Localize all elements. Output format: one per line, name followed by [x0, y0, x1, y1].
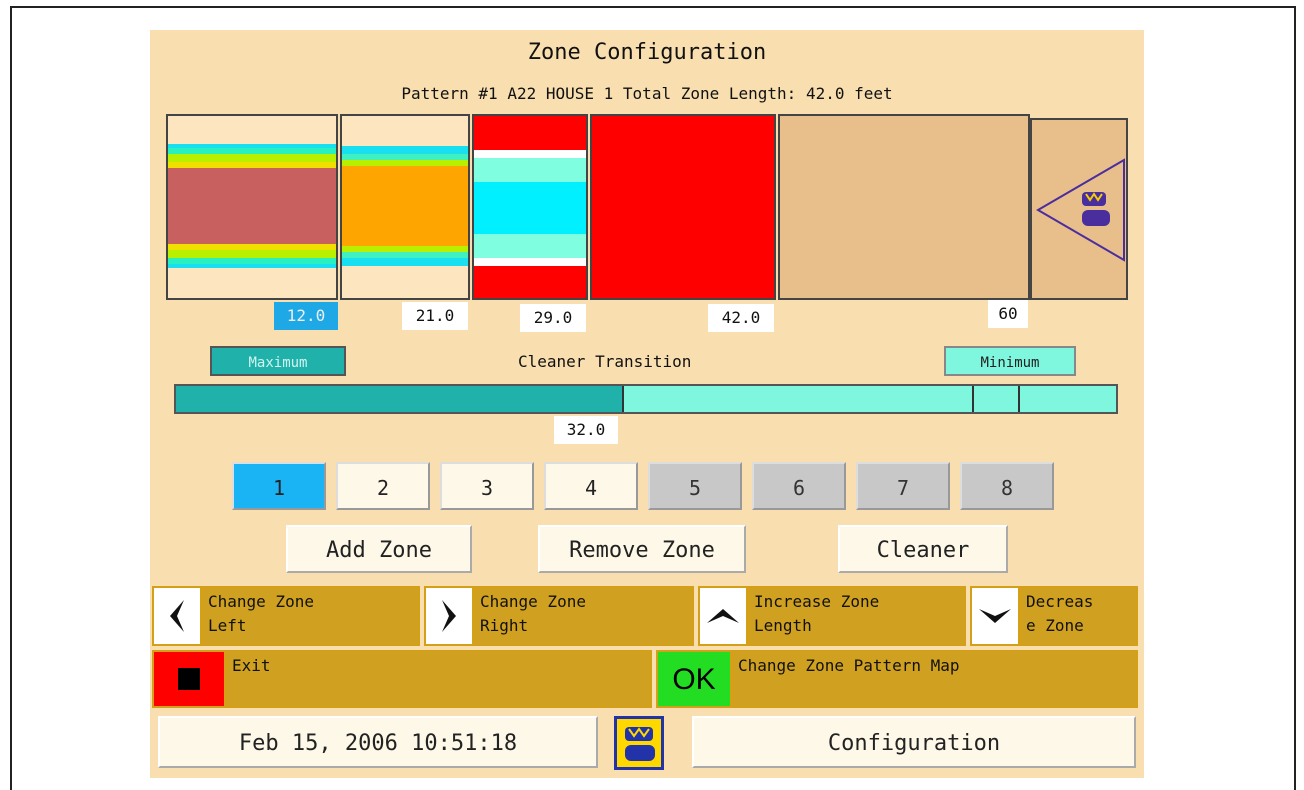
change-zone-left-key[interactable] [152, 586, 202, 646]
pattern-subtitle: Pattern #1 A22 HOUSE 1 Total Zone Length… [401, 84, 893, 103]
stop-icon [178, 668, 200, 690]
zone-3-block[interactable] [472, 114, 588, 300]
page-title: Zone Configuration [527, 40, 767, 65]
zone-configuration-screen: Zone Configuration Pattern #1 A22 HOUSE … [150, 30, 1144, 778]
zone-end-block [1030, 118, 1128, 300]
zone-button-3[interactable]: 3 [440, 462, 534, 510]
zone-button-5[interactable]: 5 [648, 462, 742, 510]
change-zone-right-label: Change Zone Right [474, 586, 694, 646]
zone-2-block[interactable] [340, 114, 470, 300]
zone-button-4[interactable]: 4 [544, 462, 638, 510]
zone-5-block[interactable] [778, 114, 1030, 300]
zone-mark-1[interactable]: 12.0 [274, 302, 338, 330]
zone-button-8[interactable]: 8 [960, 462, 1054, 510]
change-zone-pattern-map-label: Change Zone Pattern Map [732, 650, 1138, 708]
minimum-button[interactable]: Minimum [944, 346, 1076, 376]
zone-button-1[interactable]: 1 [232, 462, 326, 510]
transition-slider-fill [176, 386, 624, 412]
zone-mark-5[interactable]: 60 [988, 300, 1028, 328]
brand-logo-icon[interactable] [614, 716, 664, 770]
slider-tick [1018, 386, 1020, 412]
zone-button-6[interactable]: 6 [752, 462, 846, 510]
change-zone-left-label: Change Zone Left [202, 586, 420, 646]
datetime-display: Feb 15, 2006 10:51:18 [158, 716, 598, 768]
transition-value: 32.0 [554, 416, 618, 444]
cleaner-transition-label: Cleaner Transition [518, 352, 692, 371]
logo-arrow-icon [1036, 158, 1125, 262]
remove-zone-button[interactable]: Remove Zone [538, 525, 746, 573]
zone-mark-2[interactable]: 21.0 [402, 302, 468, 330]
maximum-button[interactable]: Maximum [210, 346, 346, 376]
configuration-button[interactable]: Configuration [692, 716, 1136, 768]
arrow-right-icon [442, 600, 456, 632]
exit-key[interactable] [152, 650, 226, 708]
add-zone-button[interactable]: Add Zone [286, 525, 472, 573]
zone-button-7[interactable]: 7 [856, 462, 950, 510]
slider-tick [972, 386, 974, 412]
zone-mark-3[interactable]: 29.0 [520, 304, 586, 332]
arrow-up-icon [707, 609, 739, 623]
arrow-left-icon [170, 600, 184, 632]
cleaner-button[interactable]: Cleaner [838, 525, 1008, 573]
arrow-down-icon [979, 609, 1011, 623]
ok-key[interactable]: OK [656, 650, 732, 708]
change-zone-right-key[interactable] [424, 586, 474, 646]
decrease-zone-key[interactable] [970, 586, 1020, 646]
zone-4-block[interactable] [590, 114, 776, 300]
zone-button-2[interactable]: 2 [336, 462, 430, 510]
zone-mark-4[interactable]: 42.0 [708, 304, 774, 332]
increase-zone-label: Increase Zone Length [748, 586, 966, 646]
decrease-zone-label: Decreas e Zone [1020, 586, 1138, 646]
cleaner-transition-slider[interactable] [174, 384, 1118, 414]
increase-zone-key[interactable] [698, 586, 748, 646]
zone-1-block[interactable] [166, 114, 338, 300]
exit-label: Exit [226, 650, 652, 708]
